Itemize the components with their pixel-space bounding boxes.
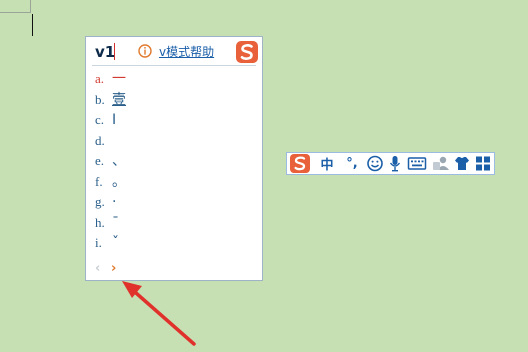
- candidate-char: Ⅰ: [112, 112, 117, 128]
- candidate-item[interactable]: a. 一: [95, 69, 126, 90]
- sogou-logo[interactable]: [289, 153, 311, 174]
- page-margin-mark-vertical: [30, 0, 31, 13]
- candidate-char: ·: [112, 194, 117, 210]
- microphone-icon[interactable]: [387, 153, 403, 174]
- sogou-logo: [236, 41, 258, 63]
- keyboard-icon[interactable]: [407, 153, 427, 174]
- candidate-item[interactable]: e. 、: [95, 151, 126, 172]
- v-mode-help-link[interactable]: v模式帮助: [159, 43, 214, 60]
- ime-status-toolbar: 中 °,: [286, 152, 495, 175]
- user-icon[interactable]: [431, 153, 451, 174]
- punctuation-toggle[interactable]: °,: [342, 153, 362, 174]
- candidate-item[interactable]: b. 壹: [95, 90, 126, 111]
- skin-icon[interactable]: [453, 153, 471, 174]
- candidate-char: ˇ: [112, 235, 119, 251]
- ime-candidate-window: v1 v模式帮助 a. 一 b. 壹 c. Ⅰ d. e. 、 f. 。 g. · …: [85, 36, 263, 281]
- candidate-char: 。: [112, 173, 126, 190]
- candidate-key: h.: [95, 214, 105, 230]
- candidate-key: d.: [95, 132, 105, 148]
- candidate-item[interactable]: h. ˉ: [95, 213, 126, 234]
- info-icon[interactable]: [138, 44, 152, 58]
- document-text-cursor: [32, 14, 33, 36]
- candidate-key: i.: [95, 235, 102, 250]
- candidate-list: a. 一 b. 壹 c. Ⅰ d. e. 、 f. 。 g. · h. ˉ i. ˇ: [95, 69, 126, 254]
- candidate-key: c.: [95, 112, 105, 127]
- candidate-key: f.: [95, 173, 103, 189]
- candidate-item[interactable]: d.: [95, 131, 126, 152]
- chinese-mode-toggle[interactable]: 中: [318, 153, 336, 174]
- composition-input: v1: [95, 43, 116, 61]
- candidate-item[interactable]: c. Ⅰ: [95, 110, 126, 131]
- candidate-key: b.: [95, 91, 105, 107]
- candidate-key: e.: [95, 153, 105, 168]
- candidate-char: 一: [112, 71, 126, 87]
- annotation-arrow: [122, 281, 196, 346]
- candidate-item[interactable]: i. ˇ: [95, 233, 126, 254]
- previous-page-icon[interactable]: ‹: [95, 261, 111, 276]
- candidate-header: v1 v模式帮助: [86, 37, 262, 65]
- candidate-key: a.: [95, 71, 105, 86]
- header-divider: [92, 65, 256, 66]
- candidate-char: ˉ: [112, 214, 119, 231]
- toolbox-icon[interactable]: [474, 153, 492, 174]
- emoji-icon[interactable]: [366, 153, 384, 174]
- candidate-item[interactable]: f. 。: [95, 172, 126, 193]
- candidate-char: 、: [112, 153, 126, 169]
- candidate-pager: ‹ ›: [95, 261, 127, 276]
- candidate-item[interactable]: g. ·: [95, 192, 126, 213]
- candidate-char: 壹: [112, 91, 126, 108]
- composition-caret: [114, 43, 115, 60]
- candidate-key: g.: [95, 194, 105, 209]
- page-margin-mark-horizontal: [0, 12, 30, 13]
- next-page-icon[interactable]: ›: [111, 261, 127, 276]
